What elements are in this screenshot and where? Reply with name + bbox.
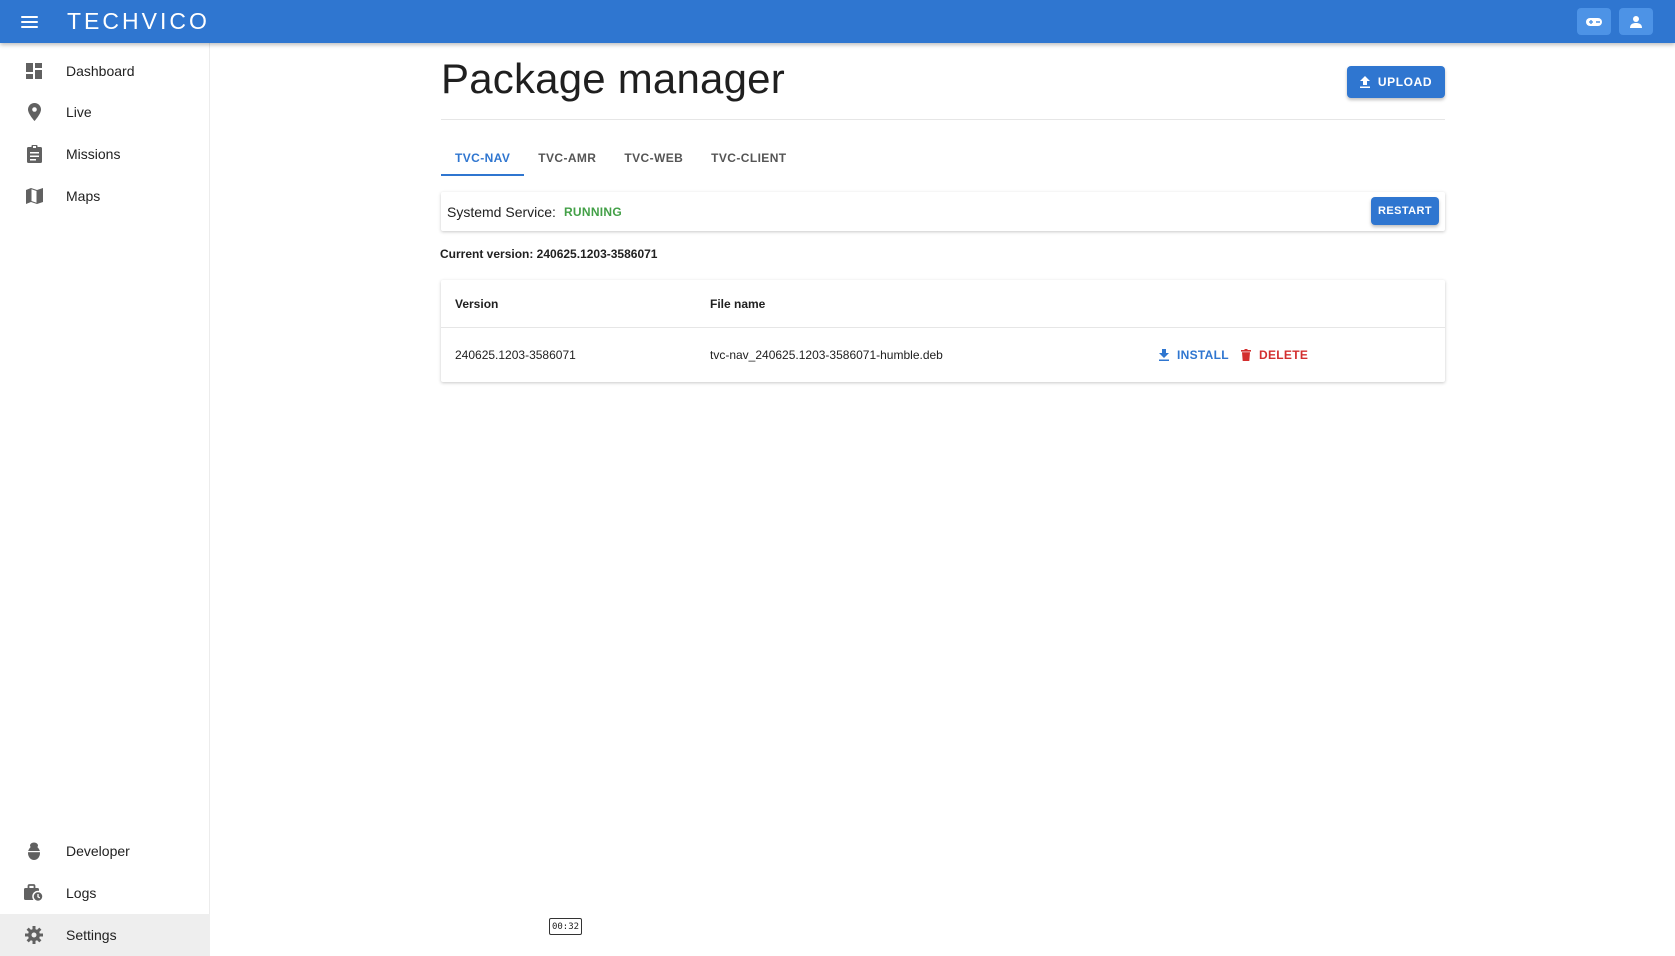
- dashboard-icon: [26, 63, 42, 79]
- upload-button[interactable]: UPLOAD: [1347, 66, 1445, 98]
- install-button[interactable]: INSTALL: [1159, 342, 1229, 368]
- service-status-card: Systemd Service: RUNNING RESTART: [441, 192, 1445, 231]
- location-pin-icon: [27, 103, 41, 121]
- account-button[interactable]: [1619, 8, 1653, 35]
- gear-icon: [25, 926, 43, 944]
- app-logo: TECHVICO: [67, 8, 210, 34]
- map-icon: [25, 188, 43, 204]
- account-icon: [1630, 15, 1642, 28]
- packages-table: Version File name 240625.1203-3586071 tv…: [441, 280, 1445, 382]
- sidebar-item-label: Dashboard: [66, 63, 135, 79]
- sidebar-item-label: Settings: [66, 927, 117, 943]
- briefcase-clock-icon: [24, 884, 44, 902]
- sidebar-item-label: Logs: [66, 885, 97, 901]
- sidebar-item-logs[interactable]: Logs: [0, 872, 210, 914]
- sidebar-item-label: Developer: [66, 843, 130, 859]
- sidebar-item-developer[interactable]: Developer: [0, 830, 210, 872]
- tab-tvc-amr[interactable]: TVC-AMR: [524, 140, 610, 176]
- download-icon: [1159, 349, 1169, 361]
- service-label: Systemd Service:: [447, 203, 556, 220]
- delete-button[interactable]: DELETE: [1241, 342, 1308, 368]
- sidebar-item-label: Maps: [66, 188, 101, 204]
- sidebar-item-dashboard[interactable]: Dashboard: [0, 50, 210, 92]
- upload-icon: [1359, 76, 1370, 88]
- title-divider: [441, 119, 1445, 120]
- table-row: 240625.1203-3586071 tvc-nav_240625.1203-…: [441, 328, 1445, 382]
- menu-button[interactable]: [0, 0, 58, 43]
- sidebar: Dashboard Live Missions Maps Developer L…: [0, 43, 210, 956]
- current-version: Current version: 240625.1203-3586071: [440, 247, 658, 261]
- bug-icon: [28, 842, 40, 860]
- controller-icon: [1586, 17, 1602, 26]
- delete-label: DELETE: [1259, 348, 1309, 362]
- tab-tvc-nav[interactable]: TVC-NAV: [441, 140, 525, 176]
- row-version: 240625.1203-3586071: [455, 348, 576, 362]
- trash-icon: [1241, 349, 1251, 361]
- tab-tvc-web[interactable]: TVC-WEB: [610, 140, 697, 176]
- timestamp-overlay: 00:32: [549, 918, 582, 935]
- clipboard-icon: [26, 145, 42, 163]
- menu-icon: [20, 15, 38, 28]
- tab-tvc-client[interactable]: TVC-CLIENT: [697, 140, 800, 176]
- sidebar-item-label: Live: [66, 104, 92, 120]
- sidebar-item-settings[interactable]: Settings: [0, 914, 210, 956]
- package-tabs: TVC-NAV TVC-AMR TVC-WEB TVC-CLIENT: [441, 140, 801, 176]
- status-badge: RUNNING: [563, 204, 623, 219]
- controller-button[interactable]: [1577, 8, 1611, 35]
- page-title: Package manager: [441, 55, 785, 102]
- table-header: Version File name: [441, 280, 1445, 328]
- upload-label: UPLOAD: [1377, 75, 1433, 89]
- sidebar-item-maps[interactable]: Maps: [0, 175, 210, 217]
- sidebar-item-label: Missions: [66, 146, 121, 162]
- row-file-name: tvc-nav_240625.1203-3586071-humble.deb: [710, 348, 943, 362]
- column-header-file-name: File name: [710, 297, 766, 311]
- restart-button[interactable]: RESTART: [1371, 197, 1439, 225]
- sidebar-item-missions[interactable]: Missions: [0, 133, 210, 175]
- column-header-version: Version: [455, 297, 499, 311]
- sidebar-item-live[interactable]: Live: [0, 91, 210, 133]
- app-bar: TECHVICO: [0, 0, 1675, 43]
- install-label: INSTALL: [1177, 348, 1229, 362]
